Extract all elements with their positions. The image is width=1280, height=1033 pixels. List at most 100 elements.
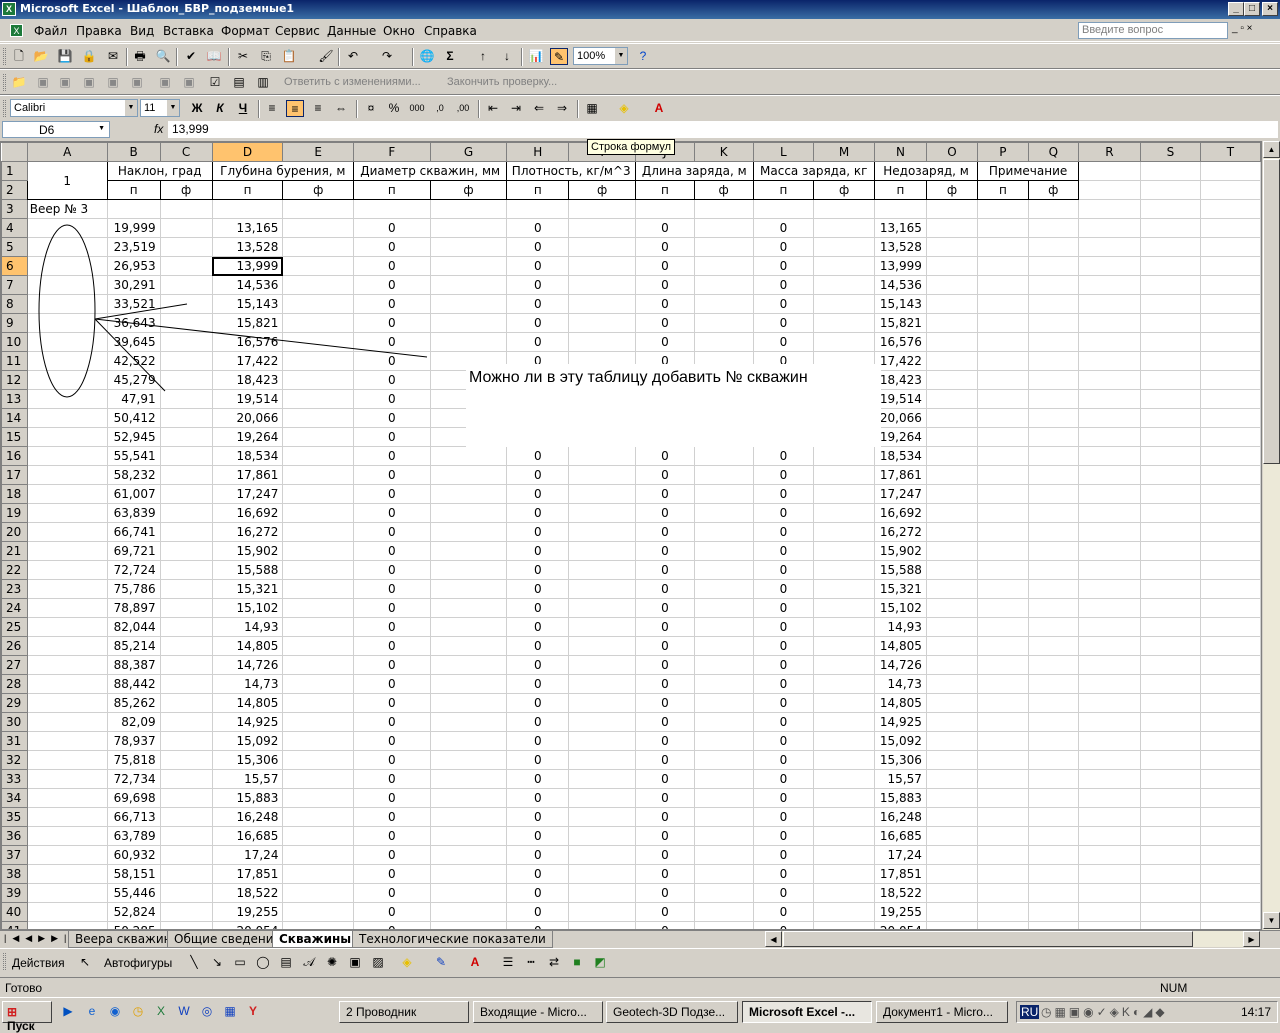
empty-cell[interactable]: [282, 788, 354, 808]
empty-cell[interactable]: [977, 294, 1029, 314]
empty-cell[interactable]: [1139, 465, 1201, 485]
empty-cell[interactable]: [1139, 693, 1201, 713]
undercharge-cell[interactable]: 15,821: [873, 313, 927, 333]
empty-cell[interactable]: [1027, 674, 1080, 694]
empty-cell[interactable]: [568, 256, 637, 276]
empty-cell[interactable]: [693, 522, 754, 542]
charge-mass-cell[interactable]: 0: [752, 237, 815, 257]
density-cell[interactable]: 0: [506, 845, 570, 865]
header-sub-cell[interactable]: п: [506, 180, 570, 200]
empty-cell[interactable]: [1199, 731, 1261, 751]
row-header[interactable]: 33: [1, 769, 28, 789]
empty-cell[interactable]: [568, 541, 637, 561]
empty-cell[interactable]: [282, 332, 354, 352]
empty-cell[interactable]: [925, 674, 979, 694]
header-sub-cell[interactable]: ф: [813, 180, 875, 200]
empty-cell[interactable]: [1078, 883, 1141, 903]
review-icon-10[interactable]: ▥: [254, 74, 272, 91]
depth-cell[interactable]: 16,692: [211, 503, 284, 523]
empty-cell[interactable]: [159, 883, 213, 903]
empty-cell[interactable]: [693, 788, 754, 808]
depth-cell[interactable]: 17,24: [211, 845, 284, 865]
empty-cell[interactable]: [282, 636, 354, 656]
charge-mass-cell[interactable]: 0: [752, 579, 815, 599]
empty-cell[interactable]: [26, 294, 108, 314]
undercharge-cell[interactable]: 16,576: [873, 332, 927, 352]
undercharge-cell[interactable]: 15,143: [873, 294, 927, 314]
header-sub-cell[interactable]: ф: [1027, 180, 1080, 200]
charge-mass-cell[interactable]: 0: [752, 712, 815, 732]
empty-cell[interactable]: [26, 446, 108, 466]
column-header-a[interactable]: A: [26, 142, 108, 162]
density-cell[interactable]: 0: [506, 655, 570, 675]
undercharge-cell[interactable]: 16,685: [873, 826, 927, 846]
charge-length-cell[interactable]: 0: [635, 522, 695, 542]
empty-cell[interactable]: [813, 332, 875, 352]
charge-length-cell[interactable]: 0: [635, 617, 695, 637]
align-right-icon[interactable]: ≡: [309, 100, 327, 117]
cell-a1[interactable]: 1: [26, 161, 108, 200]
empty-cell[interactable]: [813, 598, 875, 618]
line-color-icon[interactable]: ✎: [432, 954, 450, 971]
empty-cell[interactable]: [568, 769, 637, 789]
undercharge-cell[interactable]: 14,93: [873, 617, 927, 637]
empty-cell[interactable]: [26, 693, 108, 713]
empty-cell[interactable]: [568, 237, 637, 257]
header-group-cell[interactable]: Длина заряда, м: [635, 161, 754, 181]
empty-cell[interactable]: [159, 674, 213, 694]
empty-cell[interactable]: [282, 712, 354, 732]
diameter-cell[interactable]: 0: [352, 237, 431, 257]
diameter-cell[interactable]: 0: [352, 579, 431, 599]
currency-icon[interactable]: ¤: [362, 100, 380, 117]
empty-cell[interactable]: [1027, 731, 1080, 751]
density-cell[interactable]: 0: [506, 313, 570, 333]
empty-cell[interactable]: [26, 845, 108, 865]
empty-cell[interactable]: [1078, 427, 1141, 447]
empty-cell[interactable]: [1199, 655, 1261, 675]
menu-help[interactable]: Справка: [424, 24, 477, 38]
empty-cell[interactable]: [1078, 161, 1141, 181]
align-center-icon[interactable]: ≡: [286, 100, 304, 117]
empty-cell[interactable]: [26, 332, 108, 352]
diameter-cell[interactable]: 0: [352, 788, 431, 808]
empty-cell[interactable]: [429, 636, 508, 656]
empty-cell[interactable]: [1199, 180, 1261, 200]
empty-cell[interactable]: [1139, 199, 1201, 219]
review-icon-2[interactable]: ▣: [56, 74, 74, 91]
empty-cell[interactable]: [925, 199, 979, 219]
diameter-cell[interactable]: 0: [352, 408, 431, 428]
tab-fans[interactable]: Веера скважин: [68, 931, 179, 948]
undo-icon[interactable]: ↶: [344, 48, 362, 65]
empty-cell[interactable]: [282, 902, 354, 922]
density-cell[interactable]: 0: [506, 275, 570, 295]
empty-cell[interactable]: [1078, 693, 1141, 713]
empty-cell[interactable]: [159, 807, 213, 827]
empty-cell[interactable]: [1199, 294, 1261, 314]
charge-length-cell[interactable]: 0: [635, 693, 695, 713]
empty-cell[interactable]: [159, 579, 213, 599]
undercharge-cell[interactable]: 18,534: [873, 446, 927, 466]
empty-cell[interactable]: [1139, 807, 1201, 827]
empty-cell[interactable]: [1199, 864, 1261, 884]
empty-cell[interactable]: [1027, 560, 1080, 580]
empty-cell[interactable]: [1139, 237, 1201, 257]
empty-cell[interactable]: [1199, 788, 1261, 808]
empty-cell[interactable]: [813, 845, 875, 865]
empty-cell[interactable]: [1027, 408, 1080, 428]
row-header[interactable]: 35: [1, 807, 28, 827]
empty-cell[interactable]: [429, 921, 508, 929]
diagram-icon[interactable]: ✺: [323, 954, 341, 971]
empty-cell[interactable]: [813, 465, 875, 485]
question-textbox[interactable]: Можно ли в эту таблицу добавить № скважи…: [466, 364, 881, 447]
empty-cell[interactable]: [159, 199, 213, 219]
empty-cell[interactable]: [1199, 218, 1261, 238]
column-header-q[interactable]: Q: [1027, 142, 1080, 162]
undercharge-cell[interactable]: 14,536: [873, 275, 927, 295]
empty-cell[interactable]: [1199, 465, 1261, 485]
empty-cell[interactable]: [1027, 712, 1080, 732]
empty-cell[interactable]: [1027, 655, 1080, 675]
depth-cell[interactable]: 19,264: [211, 427, 284, 447]
empty-cell[interactable]: [1139, 579, 1201, 599]
scroll-left-icon[interactable]: ◀: [765, 931, 782, 947]
empty-cell[interactable]: [1139, 636, 1201, 656]
